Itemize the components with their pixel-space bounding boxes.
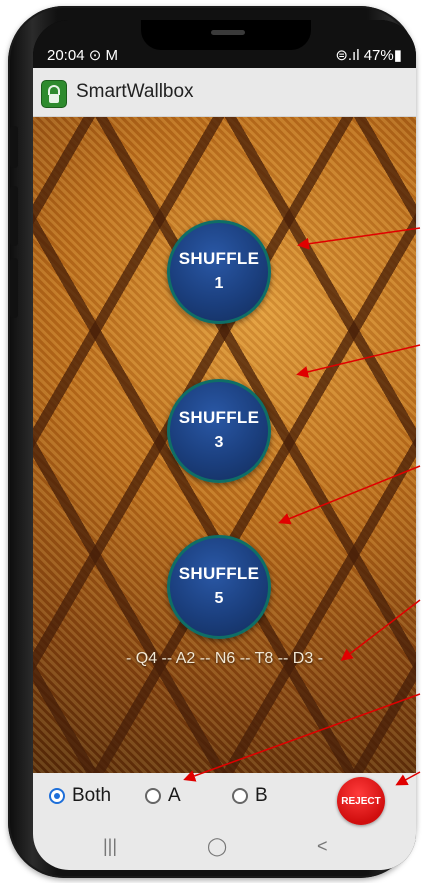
shuffle-label: SHUFFLE xyxy=(178,408,260,427)
radio-label: B xyxy=(255,785,268,806)
radio-label: A xyxy=(168,785,181,806)
speaker xyxy=(211,30,245,35)
shuffle-3-button[interactable]: SHUFFLE 3 xyxy=(167,379,271,483)
status-indicators: ⊜.ıl 47%▮ xyxy=(335,47,402,64)
phone-screen: 20:04 ⊙ M ⊜.ıl 47%▮ SmartWallbox SHUFFLE… xyxy=(33,20,416,870)
lattice-background: SHUFFLE 1 SHUFFLE 3 SHUFFLE 5 - Q4 -- A2… xyxy=(33,117,416,773)
back-icon[interactable]: < xyxy=(317,836,328,857)
radio-unselected-icon xyxy=(145,788,161,804)
navigation-bar: ||| ◯ < xyxy=(33,828,416,870)
side-button xyxy=(10,126,18,168)
radio-label: Both xyxy=(72,785,112,806)
shuffle-number: 1 xyxy=(214,275,224,292)
app-bar: SmartWallbox xyxy=(33,68,416,117)
wallbox-logo-icon xyxy=(41,80,67,108)
app-title: SmartWallbox xyxy=(76,81,194,102)
notch xyxy=(141,20,311,50)
status-time: 20:04 ⊙ M xyxy=(47,47,118,64)
shuffle-number: 5 xyxy=(214,590,224,607)
shuffle-label: SHUFFLE xyxy=(178,249,260,268)
code-sequence: - Q4 -- A2 -- N6 -- T8 -- D3 - xyxy=(125,650,324,667)
radio-b[interactable]: B xyxy=(232,785,268,807)
shuffle-number: 3 xyxy=(214,434,224,451)
home-icon[interactable]: ◯ xyxy=(207,836,227,857)
shuffle-5-button[interactable]: SHUFFLE 5 xyxy=(167,535,271,639)
shuffle-1-button[interactable]: SHUFFLE 1 xyxy=(167,220,271,324)
side-button xyxy=(10,258,18,318)
reject-button[interactable]: REJECT xyxy=(337,777,385,825)
radio-selected-icon xyxy=(49,788,65,804)
recents-icon[interactable]: ||| xyxy=(103,836,117,857)
shuffle-label: SHUFFLE xyxy=(178,564,260,583)
side-button xyxy=(10,186,18,246)
radio-unselected-icon xyxy=(232,788,248,804)
radio-a[interactable]: A xyxy=(145,785,181,807)
radio-both[interactable]: Both xyxy=(49,785,111,807)
